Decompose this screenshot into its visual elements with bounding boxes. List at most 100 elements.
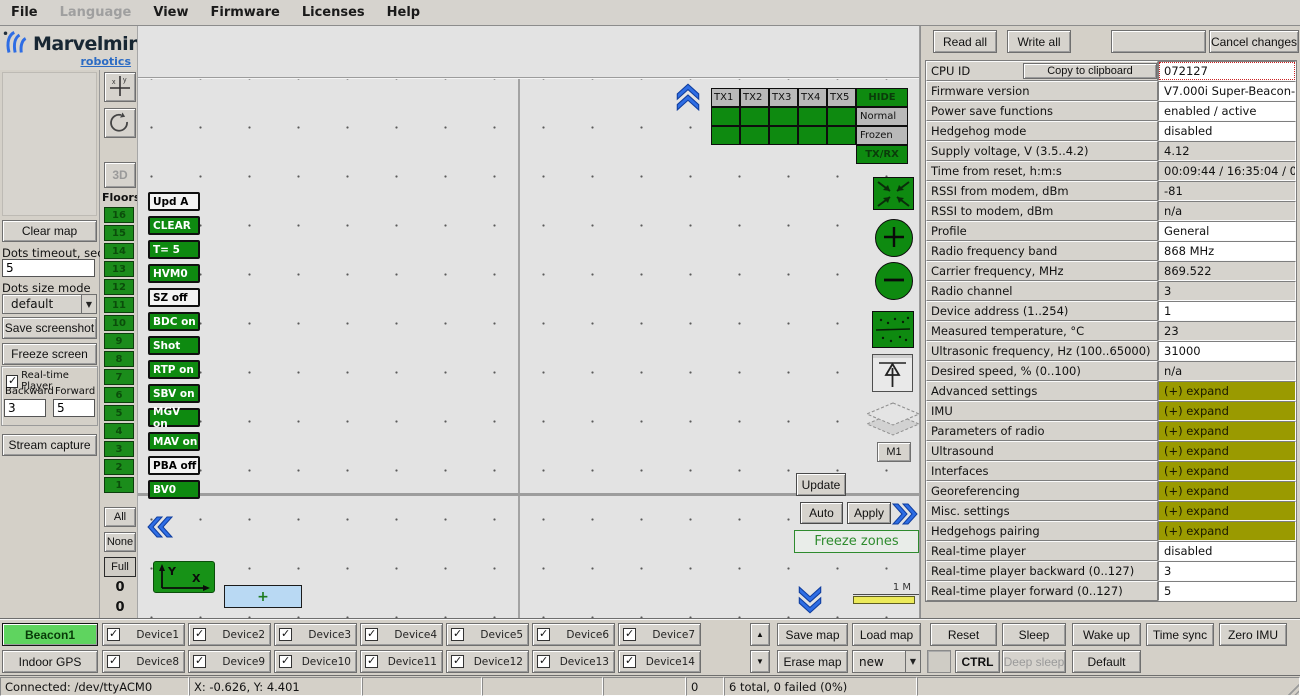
tx-column-header[interactable]: TX1 [711,88,740,107]
menu-item[interactable]: View [142,1,199,24]
save-map-button[interactable]: Save map [777,623,848,646]
m1-button[interactable]: M1 [877,442,911,462]
tx-cell[interactable] [769,126,798,145]
device-checkbox[interactable] [365,655,378,668]
map-overlay-button[interactable]: RTP on [148,360,200,379]
device-toggle[interactable]: Device1 [102,623,185,646]
floor-button[interactable]: 8 [104,351,134,367]
parameter-value[interactable]: (+) expand [1158,381,1296,401]
device-toggle[interactable]: Device4 [360,623,443,646]
parameter-value[interactable]: (+) expand [1158,501,1296,521]
map-overlay-button[interactable]: PBA off [148,456,200,475]
move-to-top-button[interactable] [872,354,913,392]
device-toggle[interactable]: Device14 [618,650,701,673]
zoom-out-button[interactable] [875,262,913,300]
parameter-value[interactable]: 4.12 [1158,141,1296,161]
write-all-button[interactable]: Write all [1007,30,1071,53]
floors-full-button[interactable]: Full [104,557,136,577]
device-checkbox[interactable] [107,655,120,668]
read-all-button[interactable]: Read all [933,30,997,53]
tx-column-header[interactable]: TX5 [827,88,856,107]
map-overlay-button[interactable]: BV0 [148,480,200,499]
tx-cell[interactable] [827,126,856,145]
device-checkbox[interactable] [193,655,206,668]
update-button[interactable]: Update [796,473,846,496]
ctrl-button[interactable]: CTRL [955,650,1000,673]
floors-none-button[interactable]: None [104,532,136,552]
floors-all-button[interactable]: All [104,507,136,527]
parameter-value[interactable]: (+) expand [1158,481,1296,501]
map-file-select[interactable]: new ▼ [852,650,921,673]
floor-button[interactable]: 4 [104,423,134,439]
parameter-value[interactable]: (+) expand [1158,421,1296,441]
floor-button[interactable]: 15 [104,225,134,241]
parameter-value[interactable]: V7.000i Super-Beacon-2 [1158,81,1296,101]
cancel-changes-button[interactable]: Cancel changes [1209,30,1299,53]
stream-capture-button[interactable]: Stream capture [2,434,97,456]
menu-item[interactable]: Firmware [200,1,291,24]
device-toggle[interactable]: Device3 [274,623,357,646]
device-checkbox[interactable] [537,628,550,641]
tx-hide-button[interactable]: HIDE [856,88,908,107]
device-checkbox[interactable] [193,628,206,641]
floor-button[interactable]: 13 [104,261,134,277]
map-overlay-button[interactable]: SBV on [148,384,200,403]
scroll-left-icon[interactable] [144,513,174,544]
parameter-value[interactable]: 5 [1158,581,1296,601]
auto-button[interactable]: Auto [800,502,843,524]
chevron-down-icon[interactable]: ▼ [81,294,97,314]
device-toggle[interactable]: Device6 [532,623,615,646]
map-overlay-button[interactable]: HVM0 [148,264,200,283]
device-checkbox[interactable] [623,655,636,668]
device-toggle[interactable]: Device7 [618,623,701,646]
device-toggle[interactable]: Device9 [188,650,271,673]
device-checkbox[interactable] [451,628,464,641]
tx-cell[interactable] [798,107,827,126]
floor-button[interactable]: 5 [104,405,134,421]
copy-to-clipboard-button[interactable]: Copy to clipboard [1023,63,1157,79]
device-checkbox[interactable] [107,628,120,641]
floor-button[interactable]: 3 [104,441,134,457]
device-checkbox[interactable] [537,655,550,668]
zero-imu-button[interactable]: Zero IMU [1219,623,1287,646]
parameter-value[interactable]: 3 [1158,281,1296,301]
device-toggle[interactable]: Device5 [446,623,529,646]
clear-map-button[interactable]: Clear map [2,220,97,242]
parameter-value[interactable]: 868 MHz [1158,241,1296,261]
tx-cell[interactable] [711,126,740,145]
map-overlay-button[interactable]: T= 5 [148,240,200,259]
chevron-down-icon[interactable]: ▼ [905,650,921,673]
sleep-button[interactable]: Sleep [1002,623,1066,646]
axes-view-button[interactable]: x y [104,72,136,102]
fit-to-screen-button[interactable] [873,177,914,210]
deep-sleep-button[interactable]: Deep sleep [1002,650,1066,673]
device-toggle[interactable]: Device13 [532,650,615,673]
dots-display-button[interactable] [872,311,914,348]
reset-button[interactable]: Reset [930,623,997,646]
floor-button[interactable]: 16 [104,207,134,223]
device-checkbox[interactable] [365,628,378,641]
floor-button[interactable]: 1 [104,477,134,493]
parameter-value[interactable]: General [1158,221,1296,241]
parameter-value[interactable]: (+) expand [1158,441,1296,461]
parameter-value[interactable]: 00:09:44 / 16:35:04 / 0 [1158,161,1296,181]
device-checkbox[interactable] [279,655,292,668]
dots-timeout-input[interactable] [2,259,95,277]
tx-column-header[interactable]: TX3 [769,88,798,107]
tx-cell[interactable] [711,107,740,126]
scroll-right-icon[interactable] [891,500,921,531]
erase-map-button[interactable]: Erase map [777,650,848,673]
tx-column-header[interactable]: TX4 [798,88,827,107]
map-overlay-button[interactable]: Shot [148,336,200,355]
parameter-value[interactable]: disabled [1158,121,1296,141]
parameter-value[interactable]: n/a [1158,201,1296,221]
floor-button[interactable]: 6 [104,387,134,403]
tx-cell[interactable] [798,126,827,145]
parameter-value[interactable]: (+) expand [1158,521,1296,541]
menu-item[interactable]: File [0,1,49,24]
axis-orientation-icon[interactable]: Y X [153,561,215,593]
scroll-down-icon[interactable] [796,586,824,619]
parameter-value[interactable]: -81 [1158,181,1296,201]
indoor-gps-button[interactable]: Indoor GPS [2,650,98,673]
beacon1-button[interactable]: Beacon1 [2,623,98,646]
